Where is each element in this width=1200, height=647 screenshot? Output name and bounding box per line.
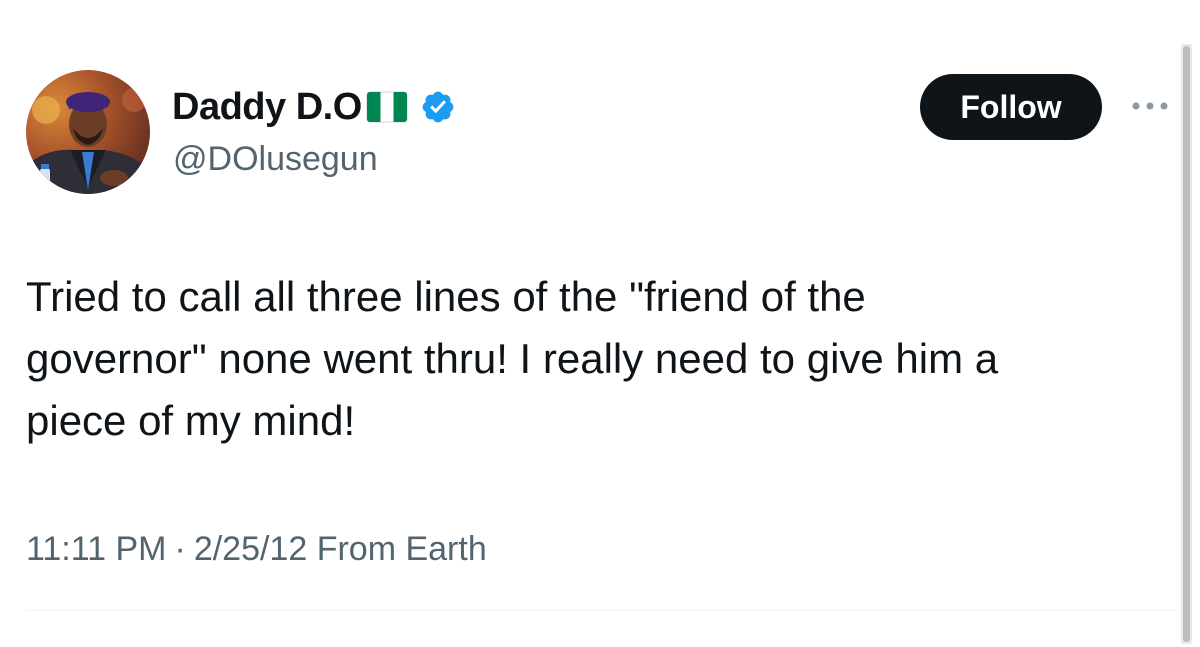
nigeria-flag-icon (366, 90, 408, 124)
tweet-text: Tried to call all three lines of the "fr… (26, 273, 999, 444)
divider (26, 610, 1176, 611)
tweet-date-source[interactable]: 2/25/12 From Earth (194, 530, 487, 569)
meta-separator: · (174, 530, 186, 568)
author-display-name[interactable]: Daddy D.O (172, 86, 362, 129)
scrollbar-thumb[interactable] (1183, 46, 1190, 642)
more-dots-icon[interactable] (1128, 98, 1172, 114)
author-handle[interactable]: @DOlusegun (173, 140, 378, 179)
tweet-card: Daddy D.O @DOlusegun Follow Tried to cal… (0, 0, 1200, 647)
author-name-row: Daddy D.O (172, 82, 456, 132)
verified-badge-icon (420, 89, 456, 125)
avatar-image (26, 70, 150, 194)
tweet-meta: 11:11 PM · 2/25/12 From Earth (26, 530, 487, 569)
follow-button[interactable]: Follow (920, 74, 1102, 140)
author-avatar[interactable] (26, 70, 150, 194)
tweet-time[interactable]: 11:11 PM (26, 530, 166, 569)
